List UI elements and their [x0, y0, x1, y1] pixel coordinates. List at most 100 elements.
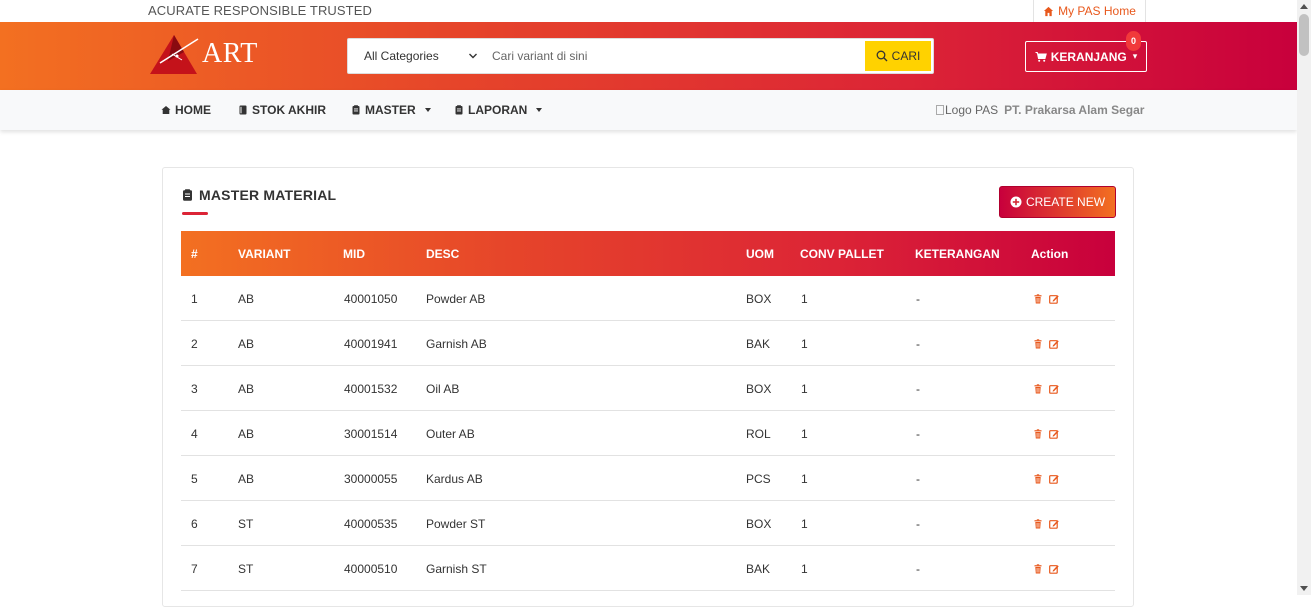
table-body: 1 AB 40001050 Powder AB BOX 1 - 2 AB 40001941 Garn…	[181, 276, 1115, 591]
table-row: 6 ST 40000535 Powder ST BOX 1 -	[181, 501, 1115, 546]
clipboard-icon	[352, 105, 360, 115]
cell-desc: Powder ST	[426, 516, 486, 531]
row-actions	[1033, 276, 1059, 321]
cell-mid: 40000535	[344, 516, 398, 531]
column-header[interactable]: CONV PALLET	[800, 231, 884, 276]
trash-icon[interactable]	[1033, 338, 1043, 349]
clipboard-icon	[183, 189, 192, 201]
column-header[interactable]: MID	[343, 231, 365, 276]
cell-no: 1	[191, 291, 198, 306]
table-row: 3 AB 40001532 Oil AB BOX 1 -	[181, 366, 1115, 411]
cell-variant: ST	[238, 516, 254, 531]
main-nav: HOME STOK AKHIR MASTER LAPORAN Logo PAS …	[0, 90, 1297, 130]
cell-uom: BAK	[746, 336, 771, 351]
cart-label: KERANJANG	[1050, 49, 1127, 64]
company-info: Logo PAS PT. Prakarsa Alam Segar	[936, 90, 1144, 130]
create-new-button[interactable]: CREATE NEW	[999, 186, 1116, 218]
company-logo: Logo PAS	[936, 103, 998, 117]
table-row: 5 AB 30000055 Kardus AB PCS 1 -	[181, 456, 1115, 501]
cell-variant: AB	[238, 471, 255, 486]
logo[interactable]: ART	[150, 34, 260, 76]
column-header[interactable]: UOM	[746, 231, 774, 276]
table-row: 4 AB 30001514 Outer AB ROL 1 -	[181, 411, 1115, 456]
scroll-down-icon[interactable]	[1300, 586, 1308, 591]
cell-variant: AB	[238, 426, 255, 441]
my-pas-home-link[interactable]: My PAS Home	[1033, 0, 1146, 22]
cell-desc: Kardus AB	[426, 471, 483, 486]
trash-icon[interactable]	[1033, 293, 1043, 304]
cell-ket: -	[916, 336, 920, 351]
cell-desc: Outer AB	[426, 426, 475, 441]
edit-icon[interactable]	[1049, 384, 1059, 394]
cell-desc: Garnish ST	[426, 561, 487, 576]
search-icon	[876, 50, 888, 62]
column-header[interactable]: KETERANGAN	[915, 231, 1000, 276]
page-scrollbar[interactable]	[1297, 0, 1311, 595]
nav-item-label: MASTER	[365, 103, 416, 117]
cell-mid: 30000055	[344, 471, 398, 486]
row-actions	[1033, 456, 1059, 501]
row-actions	[1033, 501, 1059, 546]
cell-ket: -	[916, 516, 920, 531]
cell-ket: -	[916, 381, 920, 396]
search-input[interactable]	[483, 39, 863, 73]
cell-conv: 1	[801, 516, 808, 531]
plus-circle-icon	[1010, 196, 1022, 208]
cart-icon	[1035, 51, 1047, 62]
company-logo-alt: Logo PAS	[945, 103, 999, 117]
nav-item-stok-akhir[interactable]: STOK AKHIR	[238, 90, 326, 130]
cell-no: 7	[191, 561, 198, 576]
category-select[interactable]: All Categories	[348, 39, 483, 73]
scroll-up-icon[interactable]	[1300, 4, 1308, 9]
edit-icon[interactable]	[1049, 519, 1059, 529]
nav-item-label: STOK AKHIR	[252, 103, 327, 117]
trash-icon[interactable]	[1033, 428, 1043, 439]
cell-mid: 30001514	[344, 426, 398, 441]
material-table: # VARIANT MID DESC UOM CONV PALLET KETER…	[181, 231, 1115, 591]
trash-icon[interactable]	[1033, 383, 1043, 394]
cell-ket: -	[916, 561, 920, 576]
nav-item-master[interactable]: MASTER	[351, 90, 431, 130]
scroll-thumb[interactable]	[1299, 14, 1309, 56]
trash-icon[interactable]	[1033, 473, 1043, 484]
edit-icon[interactable]	[1049, 294, 1059, 304]
nav-item-laporan[interactable]: LAPORAN	[454, 90, 543, 130]
row-actions	[1033, 366, 1059, 411]
nav-item-home[interactable]: HOME	[161, 90, 211, 130]
row-actions	[1033, 321, 1059, 366]
cell-no: 3	[191, 381, 198, 396]
cell-mid: 40001050	[344, 291, 398, 306]
edit-icon[interactable]	[1049, 564, 1059, 574]
master-material-card: MASTER MATERIAL CREATE NEW # VARIANT MID…	[162, 167, 1134, 607]
edit-icon[interactable]	[1049, 429, 1059, 439]
table-header: # VARIANT MID DESC UOM CONV PALLET KETER…	[181, 231, 1115, 276]
chevron-down-icon: ▾	[1132, 51, 1138, 61]
broken-image-icon	[936, 105, 944, 115]
header: ART All Categories CARI KERANJANG ▾ 0	[0, 22, 1297, 90]
cell-variant: AB	[238, 336, 255, 351]
category-select-value: All Categories	[364, 49, 439, 63]
search-button[interactable]: CARI	[865, 41, 931, 71]
column-header[interactable]: DESC	[426, 231, 459, 276]
trash-icon[interactable]	[1033, 518, 1043, 529]
edit-icon[interactable]	[1049, 474, 1059, 484]
clipboard-icon	[455, 105, 463, 115]
column-header: Action	[1031, 246, 1069, 261]
cell-uom: PCS	[746, 471, 771, 486]
cell-conv: 1	[801, 381, 808, 396]
cell-mid: 40001532	[344, 381, 398, 396]
edit-icon[interactable]	[1049, 339, 1059, 349]
table-row: 1 AB 40001050 Powder AB BOX 1 -	[181, 276, 1115, 321]
search-bar: All Categories CARI	[347, 38, 934, 74]
logo-mark-icon	[150, 35, 199, 74]
title-underline	[182, 212, 208, 215]
cell-uom: BOX	[746, 516, 772, 531]
column-header[interactable]: VARIANT	[238, 231, 290, 276]
search-button-label: CARI	[891, 49, 921, 63]
cell-no: 2	[191, 336, 198, 351]
tagline: ACURATE RESPONSIBLE TRUSTED	[148, 3, 372, 18]
trash-icon[interactable]	[1033, 563, 1043, 574]
column-header[interactable]: #	[191, 231, 198, 276]
cell-ket: -	[916, 426, 920, 441]
caret-down-icon	[536, 108, 543, 112]
